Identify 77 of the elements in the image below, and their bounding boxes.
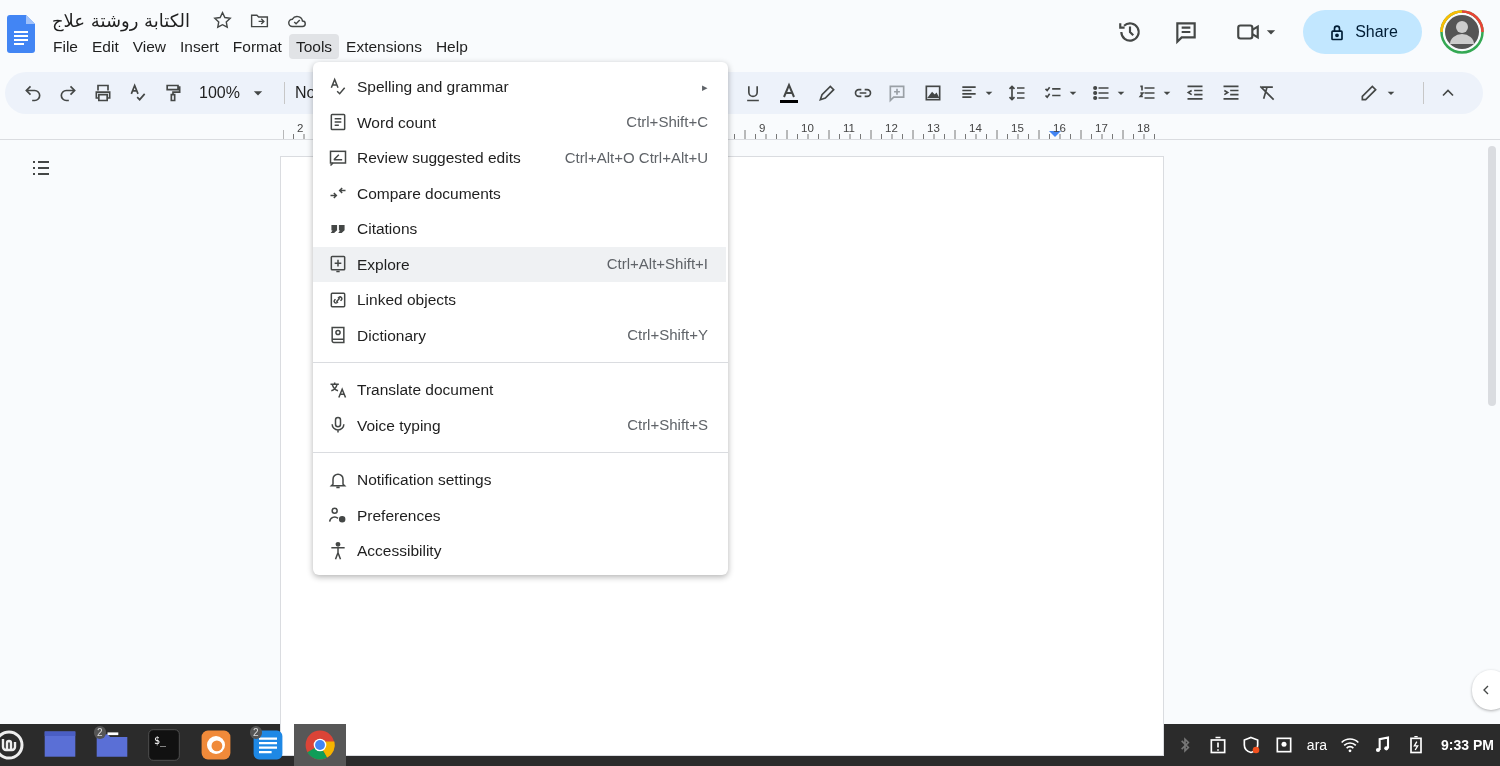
ruler-number: 10	[801, 121, 814, 136]
menu-bar-item[interactable]: Format	[225, 34, 289, 59]
menu-item[interactable]: Preferences	[313, 497, 726, 533]
ruler-number: 17	[1095, 121, 1108, 136]
accessibility-icon	[328, 540, 348, 561]
bulleted-list-icon[interactable]	[1091, 83, 1112, 103]
menu-icon[interactable]	[0, 730, 24, 760]
document-title[interactable]: الكتابة روشتة علاج	[46, 10, 197, 32]
menu-bar-item[interactable]: Help	[428, 34, 475, 59]
menu-item[interactable]: Translate document	[313, 372, 726, 408]
menu-item[interactable]: Review suggested edits Ctrl+Alt+O Ctrl+Alt+U	[313, 140, 726, 176]
history-icon[interactable]	[1117, 19, 1143, 45]
shortcut-text: Ctrl+Shift+S	[627, 415, 708, 435]
menu-item[interactable]: Dictionary Ctrl+Shift+Y	[313, 317, 726, 353]
zoom-select[interactable]: 100%	[199, 81, 240, 105]
ruler-number: 2	[297, 121, 304, 136]
undo-icon[interactable]	[23, 83, 43, 103]
menu-item[interactable]: Accessibility	[313, 533, 726, 569]
shortcut-text: Ctrl+Alt+O Ctrl+Alt+U	[564, 147, 708, 168]
ruler-number: 18	[1137, 121, 1150, 136]
submenu-arrow: ▸	[702, 79, 708, 95]
share-button[interactable]: Share	[1303, 10, 1422, 54]
menu-bar-item[interactable]: Tools	[288, 34, 340, 59]
menu-item[interactable]: Citations	[313, 211, 726, 247]
scrollbar[interactable]	[1488, 146, 1496, 406]
menu-item[interactable]: Word count Ctrl+Shift+C	[313, 104, 726, 140]
print-icon[interactable]	[93, 83, 113, 103]
menu-item[interactable]: Spelling and grammar ▸	[313, 69, 726, 105]
menu-bar-item[interactable]: Insert	[173, 34, 226, 59]
wifi-icon[interactable]	[1340, 735, 1361, 755]
ruler-number: 11	[843, 121, 855, 136]
increase-indent-icon[interactable]	[1221, 83, 1242, 103]
keyboard-language[interactable]: ara	[1306, 734, 1328, 756]
image-icon[interactable]	[923, 83, 944, 103]
spellcheck-icon	[328, 76, 348, 97]
menu-item[interactable]: Compare documents	[313, 175, 726, 211]
ruler-number: 13	[927, 121, 940, 136]
drive-icon[interactable]	[1273, 735, 1294, 755]
shortcut-text: Ctrl+Alt+Shift+I	[606, 254, 708, 274]
badge-count: 2	[94, 726, 106, 739]
ruler-number: 15	[1011, 121, 1024, 136]
decrease-indent-icon[interactable]	[1185, 83, 1206, 103]
menu-item[interactable]: Notification settings	[313, 462, 726, 498]
clock[interactable]: 9:33 PM	[1441, 734, 1494, 756]
docs-logo[interactable]	[6, 15, 36, 53]
badge-count: 2	[250, 726, 262, 739]
terminal-prompt: $_	[154, 734, 167, 748]
redo-icon[interactable]	[58, 83, 78, 103]
menu-bar-item[interactable]: File	[46, 34, 85, 59]
menu-bar-item[interactable]: Edit	[85, 34, 126, 59]
microphone-icon	[328, 415, 348, 436]
ruler-number: 16	[1053, 121, 1066, 136]
highlight-icon[interactable]	[817, 83, 838, 103]
line-spacing-icon[interactable]	[1007, 83, 1028, 103]
ruler-number: 12	[885, 121, 898, 136]
spellcheck-icon[interactable]	[128, 83, 148, 103]
menu-bar-item[interactable]: View	[125, 34, 174, 59]
ruler-number: 9	[759, 121, 766, 136]
book-icon	[328, 325, 348, 346]
taskbar-app[interactable]: 2	[86, 724, 138, 766]
ruler-number: 14	[969, 121, 982, 136]
menu-item[interactable]: Linked objects	[313, 282, 726, 318]
menu-item[interactable]: Explore Ctrl+Alt+Shift+I	[313, 246, 726, 282]
menu-bar-item[interactable]: Extensions	[339, 34, 429, 59]
avatar[interactable]	[1440, 10, 1484, 54]
star-icon[interactable]	[212, 10, 234, 31]
document-lines-icon	[328, 112, 348, 133]
menu-item[interactable]: Voice typing Ctrl+Shift+S	[313, 407, 726, 443]
paint-format-icon[interactable]	[163, 83, 183, 103]
terminal-icon	[146, 727, 182, 763]
taskbar-app[interactable]: 2	[242, 724, 294, 766]
shortcut-text: Ctrl+Shift+C	[626, 112, 708, 132]
explore-icon	[328, 254, 348, 275]
shortcut-text: Ctrl+Shift+Y	[627, 325, 708, 345]
taskbar-app[interactable]: $_	[138, 724, 190, 766]
comments-icon[interactable]	[1173, 19, 1199, 45]
pencil-icon[interactable]	[1359, 83, 1380, 103]
